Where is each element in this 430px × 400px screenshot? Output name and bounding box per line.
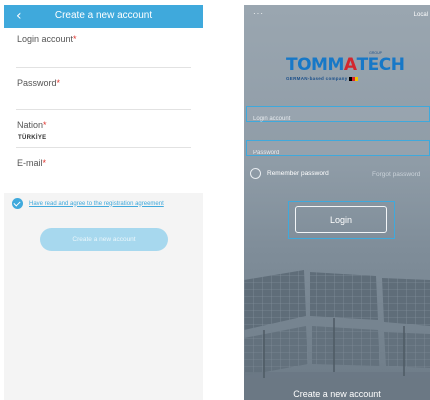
remember-password-row: Remember password <box>250 168 329 179</box>
login-screen: ··· Local GROUP TOMMATECH GERMAN-based c… <box>244 5 430 400</box>
language-selector[interactable]: Local <box>414 12 428 18</box>
password-input-frame <box>246 140 430 160</box>
login-account-input[interactable] <box>247 112 429 126</box>
remember-password-radio[interactable] <box>250 168 261 179</box>
create-account-button[interactable]: Create a new account <box>40 228 168 251</box>
login-button[interactable]: Login <box>295 206 387 233</box>
register-form: Login account* Password* Nation* TÜRKİYE… <box>4 28 203 193</box>
logo-wordmark: TOMMATECH <box>286 55 405 75</box>
password-label: Password* <box>17 78 61 88</box>
login-account-input-frame <box>246 106 430 126</box>
agreement-row: Have read and agree to the registration … <box>12 198 164 209</box>
solar-panel-background <box>244 270 430 400</box>
page-title: Create a new account <box>54 10 153 21</box>
register-screen: ‹ Create a new account Login account* Pa… <box>4 5 203 400</box>
password-field[interactable]: Password* <box>16 68 191 110</box>
login-account-label: Login account* <box>17 34 77 44</box>
login-button-frame: Login <box>288 201 395 239</box>
screenshot-composite: ‹ Create a new account Login account* Pa… <box>0 0 430 400</box>
nation-value: TÜRKİYE <box>18 135 47 141</box>
remember-password-label[interactable]: Remember password <box>267 170 329 177</box>
nation-label: Nation* <box>17 120 47 130</box>
nation-field[interactable]: Nation* TÜRKİYE <box>16 110 191 148</box>
register-header: ‹ Create a new account <box>4 5 203 28</box>
email-label: E-mail* <box>17 158 47 168</box>
brand-logo: GROUP TOMMATECH GERMAN-based company <box>286 51 405 95</box>
email-field[interactable]: E-mail* <box>16 148 191 178</box>
logo-tagline: GERMAN-based company <box>286 76 396 81</box>
forgot-password-link[interactable]: Forgot password <box>372 171 420 178</box>
password-input[interactable] <box>247 146 429 160</box>
login-account-field[interactable]: Login account* <box>16 28 191 68</box>
agreement-link[interactable]: Have read and agree to the registration … <box>29 201 164 207</box>
checkmark-icon[interactable] <box>12 198 23 209</box>
logo-group-text: GROUP <box>369 51 382 55</box>
create-account-link[interactable]: Create a new account <box>244 389 430 399</box>
more-dots-icon[interactable]: ··· <box>253 9 264 18</box>
